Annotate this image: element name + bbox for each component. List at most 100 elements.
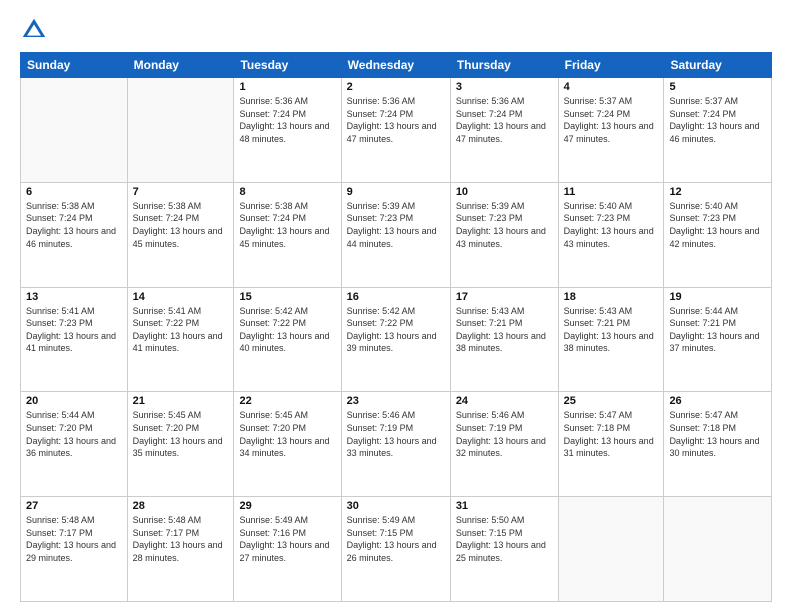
- day-info: Sunrise: 5:44 AMSunset: 7:21 PMDaylight:…: [669, 305, 766, 355]
- day-number: 7: [133, 186, 229, 198]
- calendar-cell: 17Sunrise: 5:43 AMSunset: 7:21 PMDayligh…: [450, 287, 558, 392]
- day-info: Sunrise: 5:41 AMSunset: 7:23 PMDaylight:…: [26, 305, 122, 355]
- header: [20, 16, 772, 44]
- calendar-cell: 2Sunrise: 5:36 AMSunset: 7:24 PMDaylight…: [341, 78, 450, 183]
- weekday-header: Saturday: [664, 53, 772, 78]
- day-info: Sunrise: 5:46 AMSunset: 7:19 PMDaylight:…: [347, 409, 445, 459]
- calendar-cell: 14Sunrise: 5:41 AMSunset: 7:22 PMDayligh…: [127, 287, 234, 392]
- weekday-header: Friday: [558, 53, 664, 78]
- day-info: Sunrise: 5:37 AMSunset: 7:24 PMDaylight:…: [564, 95, 659, 145]
- calendar-cell: 16 Sunrise: 5:42 AMSunset: 7:22 PMDayligh…: [341, 287, 450, 392]
- day-number: 12: [669, 186, 766, 198]
- day-info: Sunrise: 5:47 AMSunset: 7:18 PMDaylight:…: [669, 409, 766, 459]
- day-info: Sunrise: 5:36 AMSunset: 7:24 PMDaylight:…: [347, 95, 445, 145]
- day-number: 13: [26, 291, 122, 303]
- calendar-cell: 5 Sunrise: 5:37 AMSunset: 7:24 PMDaylight…: [664, 78, 772, 183]
- day-number: 14: [133, 291, 229, 303]
- day-number: 18: [564, 291, 659, 303]
- day-number: 4: [564, 81, 659, 93]
- calendar-cell: 21 Sunrise: 5:45 AMSunset: 7:20 PMDayligh…: [127, 392, 234, 497]
- calendar-cell: 6Sunrise: 5:38 AMSunset: 7:24 PMDaylight…: [21, 182, 128, 287]
- day-info: Sunrise: 5:47 AMSunset: 7:18 PMDaylight:…: [564, 409, 659, 459]
- day-info: Sunrise: 5:39 AMSunset: 7:23 PMDaylight:…: [347, 200, 445, 250]
- day-number: 11: [564, 186, 659, 198]
- calendar-table: SundayMondayTuesdayWednesdayThursdayFrid…: [20, 52, 772, 602]
- day-info: Sunrise: 5:44 AMSunset: 7:20 PMDaylight:…: [26, 409, 122, 459]
- day-info: Sunrise: 5:37 AMSunset: 7:24 PMDaylight:…: [669, 95, 766, 145]
- day-info: Sunrise: 5:48 AMSunset: 7:17 PMDaylight:…: [26, 514, 122, 564]
- weekday-header: Tuesday: [234, 53, 341, 78]
- calendar-cell: [21, 78, 128, 183]
- day-number: 24: [456, 395, 553, 407]
- day-number: 1: [239, 81, 335, 93]
- calendar-cell: 30 Sunrise: 5:49 AMSunset: 7:15 PMDayligh…: [341, 497, 450, 602]
- day-number: 31: [456, 500, 553, 512]
- day-number: 19: [669, 291, 766, 303]
- day-number: 15: [239, 291, 335, 303]
- calendar-cell: 29 Sunrise: 5:49 AMSunset: 7:16 PMDayligh…: [234, 497, 341, 602]
- calendar-cell: 20 Sunrise: 5:44 AMSunset: 7:20 PMDayligh…: [21, 392, 128, 497]
- day-number: 20: [26, 395, 122, 407]
- weekday-header: Monday: [127, 53, 234, 78]
- calendar-cell: 3 Sunrise: 5:36 AMSunset: 7:24 PMDaylight…: [450, 78, 558, 183]
- day-info: Sunrise: 5:40 AMSunset: 7:23 PMDaylight:…: [669, 200, 766, 250]
- day-info: Sunrise: 5:42 AMSunset: 7:22 PMDaylight:…: [347, 305, 445, 355]
- weekday-header: Thursday: [450, 53, 558, 78]
- day-number: 8: [239, 186, 335, 198]
- calendar-week-row: 20 Sunrise: 5:44 AMSunset: 7:20 PMDayligh…: [21, 392, 772, 497]
- calendar-week-row: 6Sunrise: 5:38 AMSunset: 7:24 PMDaylight…: [21, 182, 772, 287]
- calendar-cell: 8Sunrise: 5:38 AMSunset: 7:24 PMDaylight…: [234, 182, 341, 287]
- calendar-cell: 26 Sunrise: 5:47 AMSunset: 7:18 PMDayligh…: [664, 392, 772, 497]
- day-info: Sunrise: 5:49 AMSunset: 7:16 PMDaylight:…: [239, 514, 335, 564]
- calendar-cell: 1 Sunrise: 5:36 AMSunset: 7:24 PMDaylight…: [234, 78, 341, 183]
- weekday-header: Sunday: [21, 53, 128, 78]
- day-info: Sunrise: 5:42 AMSunset: 7:22 PMDaylight:…: [239, 305, 335, 355]
- calendar-cell: [127, 78, 234, 183]
- logo: [20, 16, 52, 44]
- calendar-cell: 22Sunrise: 5:45 AMSunset: 7:20 PMDayligh…: [234, 392, 341, 497]
- page: SundayMondayTuesdayWednesdayThursdayFrid…: [0, 0, 792, 612]
- calendar-cell: 28 Sunrise: 5:48 AMSunset: 7:17 PMDayligh…: [127, 497, 234, 602]
- day-info: Sunrise: 5:38 AMSunset: 7:24 PMDaylight:…: [133, 200, 229, 250]
- calendar-cell: 15 Sunrise: 5:42 AMSunset: 7:22 PMDayligh…: [234, 287, 341, 392]
- calendar-week-row: 1 Sunrise: 5:36 AMSunset: 7:24 PMDaylight…: [21, 78, 772, 183]
- day-info: Sunrise: 5:36 AMSunset: 7:24 PMDaylight:…: [456, 95, 553, 145]
- calendar-cell: 10 Sunrise: 5:39 AMSunset: 7:23 PMDayligh…: [450, 182, 558, 287]
- day-info: Sunrise: 5:38 AMSunset: 7:24 PMDaylight:…: [26, 200, 122, 250]
- day-number: 10: [456, 186, 553, 198]
- logo-icon: [20, 16, 48, 44]
- calendar-cell: 31Sunrise: 5:50 AMSunset: 7:15 PMDayligh…: [450, 497, 558, 602]
- day-number: 28: [133, 500, 229, 512]
- calendar-cell: 12 Sunrise: 5:40 AMSunset: 7:23 PMDayligh…: [664, 182, 772, 287]
- calendar-cell: 23 Sunrise: 5:46 AMSunset: 7:19 PMDayligh…: [341, 392, 450, 497]
- calendar-cell: [558, 497, 664, 602]
- day-info: Sunrise: 5:48 AMSunset: 7:17 PMDaylight:…: [133, 514, 229, 564]
- day-info: Sunrise: 5:49 AMSunset: 7:15 PMDaylight:…: [347, 514, 445, 564]
- calendar-cell: 4 Sunrise: 5:37 AMSunset: 7:24 PMDaylight…: [558, 78, 664, 183]
- day-number: 30: [347, 500, 445, 512]
- calendar-cell: 27 Sunrise: 5:48 AMSunset: 7:17 PMDayligh…: [21, 497, 128, 602]
- day-number: 27: [26, 500, 122, 512]
- day-number: 25: [564, 395, 659, 407]
- calendar-cell: 24Sunrise: 5:46 AMSunset: 7:19 PMDayligh…: [450, 392, 558, 497]
- calendar-cell: [664, 497, 772, 602]
- day-number: 5: [669, 81, 766, 93]
- day-number: 29: [239, 500, 335, 512]
- calendar-week-row: 27 Sunrise: 5:48 AMSunset: 7:17 PMDayligh…: [21, 497, 772, 602]
- day-number: 3: [456, 81, 553, 93]
- day-info: Sunrise: 5:43 AMSunset: 7:21 PMDaylight:…: [456, 305, 553, 355]
- day-number: 21: [133, 395, 229, 407]
- calendar-cell: 13 Sunrise: 5:41 AMSunset: 7:23 PMDayligh…: [21, 287, 128, 392]
- day-number: 26: [669, 395, 766, 407]
- weekday-header: Wednesday: [341, 53, 450, 78]
- day-number: 16: [347, 291, 445, 303]
- day-number: 23: [347, 395, 445, 407]
- day-info: Sunrise: 5:36 AMSunset: 7:24 PMDaylight:…: [239, 95, 335, 145]
- day-info: Sunrise: 5:45 AMSunset: 7:20 PMDaylight:…: [133, 409, 229, 459]
- calendar-cell: 7 Sunrise: 5:38 AMSunset: 7:24 PMDaylight…: [127, 182, 234, 287]
- day-info: Sunrise: 5:45 AMSunset: 7:20 PMDaylight:…: [239, 409, 335, 459]
- day-info: Sunrise: 5:40 AMSunset: 7:23 PMDaylight:…: [564, 200, 659, 250]
- day-info: Sunrise: 5:43 AMSunset: 7:21 PMDaylight:…: [564, 305, 659, 355]
- day-info: Sunrise: 5:39 AMSunset: 7:23 PMDaylight:…: [456, 200, 553, 250]
- calendar-week-row: 13 Sunrise: 5:41 AMSunset: 7:23 PMDayligh…: [21, 287, 772, 392]
